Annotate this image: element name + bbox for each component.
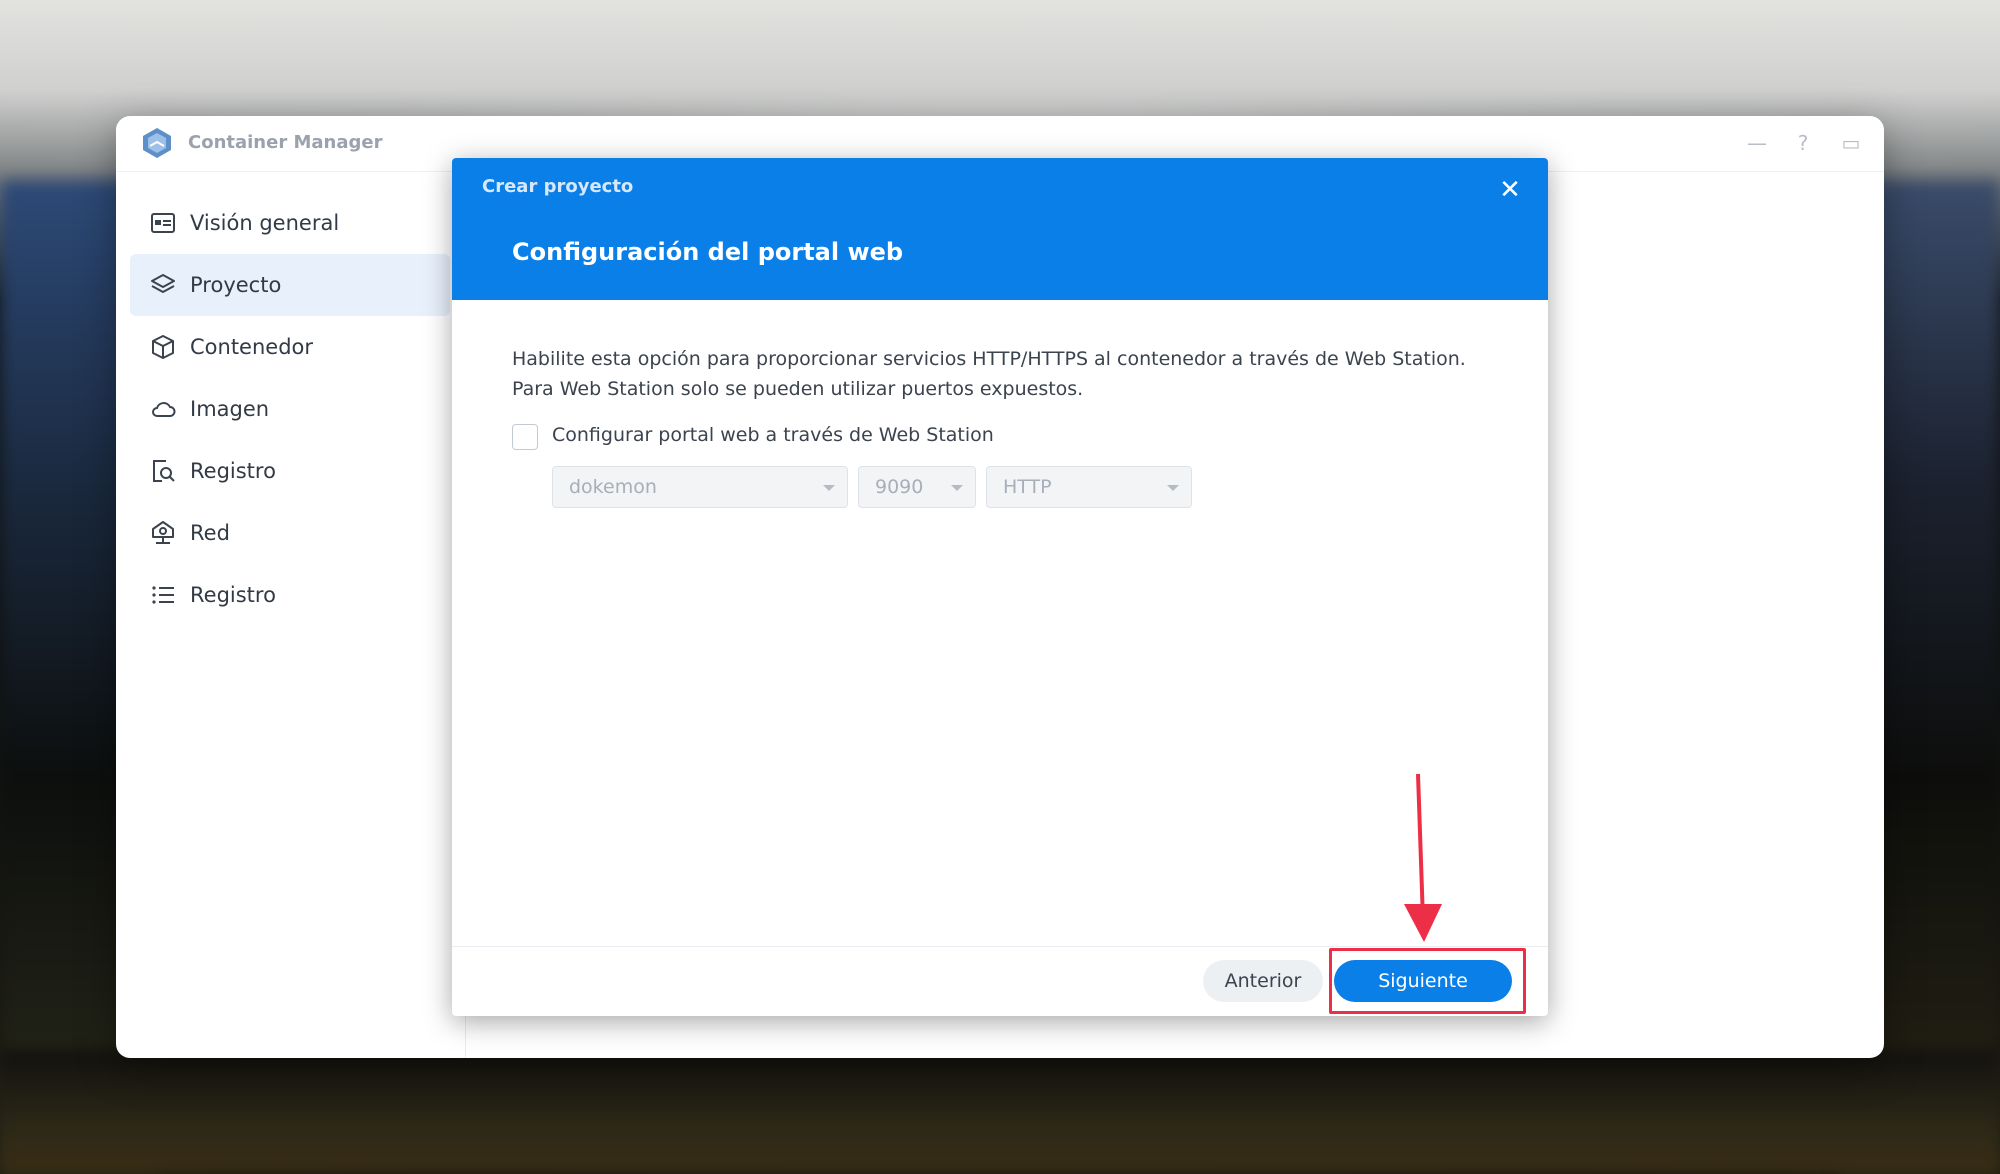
dialog-description: Habilite esta opción para proporcionar s… bbox=[512, 344, 1512, 404]
footer-divider bbox=[452, 946, 1548, 947]
chevron-down-icon bbox=[951, 485, 963, 491]
sidebar: Visión general Proyecto Contenedor Image… bbox=[116, 172, 466, 1058]
network-icon bbox=[152, 521, 174, 544]
port-select-value: 9090 bbox=[875, 476, 924, 498]
list-icon bbox=[152, 586, 174, 604]
minimize-icon[interactable]: — bbox=[1742, 128, 1772, 158]
sidebar-item-label: Contenedor bbox=[190, 335, 314, 359]
service-select-value: dokemon bbox=[569, 476, 657, 498]
chevron-down-icon bbox=[823, 485, 835, 491]
description-line-1: Habilite esta opción para proporcionar s… bbox=[512, 348, 1466, 370]
sidebar-item-label: Imagen bbox=[190, 397, 270, 421]
sidebar-item-network[interactable]: Red bbox=[130, 502, 450, 564]
close-icon[interactable]: ✕ bbox=[1492, 172, 1528, 208]
sidebar-item-log[interactable]: Registro bbox=[130, 564, 450, 626]
box-icon bbox=[152, 335, 174, 359]
sidebar-item-registry[interactable]: Registro bbox=[130, 440, 450, 502]
web-portal-checkbox[interactable] bbox=[512, 424, 538, 450]
sidebar-item-image[interactable]: Imagen bbox=[130, 378, 450, 440]
app-title: Container Manager bbox=[188, 132, 383, 153]
web-portal-checkbox-label[interactable]: Configurar portal web a través de Web St… bbox=[552, 424, 994, 446]
sidebar-item-label: Proyecto bbox=[190, 273, 282, 297]
overview-icon bbox=[151, 213, 175, 233]
close-window-icon[interactable]: ✕ bbox=[1882, 128, 1884, 158]
cloud-icon bbox=[152, 402, 176, 417]
dialog-subtitle: Crear proyecto bbox=[482, 176, 634, 197]
sidebar-item-overview[interactable]: Visión general bbox=[130, 192, 450, 254]
registry-search-icon bbox=[153, 460, 175, 482]
service-select[interactable]: dokemon bbox=[552, 466, 848, 508]
background-ground bbox=[0, 1050, 2000, 1174]
create-project-dialog: Crear proyecto Configuración del portal … bbox=[452, 158, 1548, 1016]
sidebar-item-project[interactable]: Proyecto bbox=[130, 254, 450, 316]
annotation-arrow-icon bbox=[1404, 773, 1442, 942]
protocol-select[interactable]: HTTP bbox=[986, 466, 1192, 508]
chevron-down-icon bbox=[1167, 485, 1179, 491]
protocol-select-value: HTTP bbox=[1003, 476, 1052, 498]
sidebar-item-label: Registro bbox=[190, 459, 276, 483]
port-select[interactable]: 9090 bbox=[858, 466, 976, 508]
dialog-header: Crear proyecto Configuración del portal … bbox=[452, 158, 1548, 300]
sidebar-item-label: Visión general bbox=[190, 211, 340, 235]
container-manager-logo-icon bbox=[143, 128, 171, 158]
annotation-highlight-box bbox=[1329, 948, 1526, 1014]
previous-button[interactable]: Anterior bbox=[1203, 960, 1323, 1002]
maximize-icon[interactable]: ▭ bbox=[1836, 128, 1866, 158]
description-line-2: Para Web Station solo se pueden utilizar… bbox=[512, 378, 1084, 400]
sidebar-item-label: Red bbox=[190, 521, 230, 545]
help-icon[interactable]: ? bbox=[1788, 128, 1818, 158]
sidebar-item-label: Registro bbox=[190, 583, 276, 607]
sidebar-item-container[interactable]: Contenedor bbox=[130, 316, 450, 378]
dialog-title: Configuración del portal web bbox=[512, 238, 904, 266]
layers-icon bbox=[151, 274, 175, 293]
